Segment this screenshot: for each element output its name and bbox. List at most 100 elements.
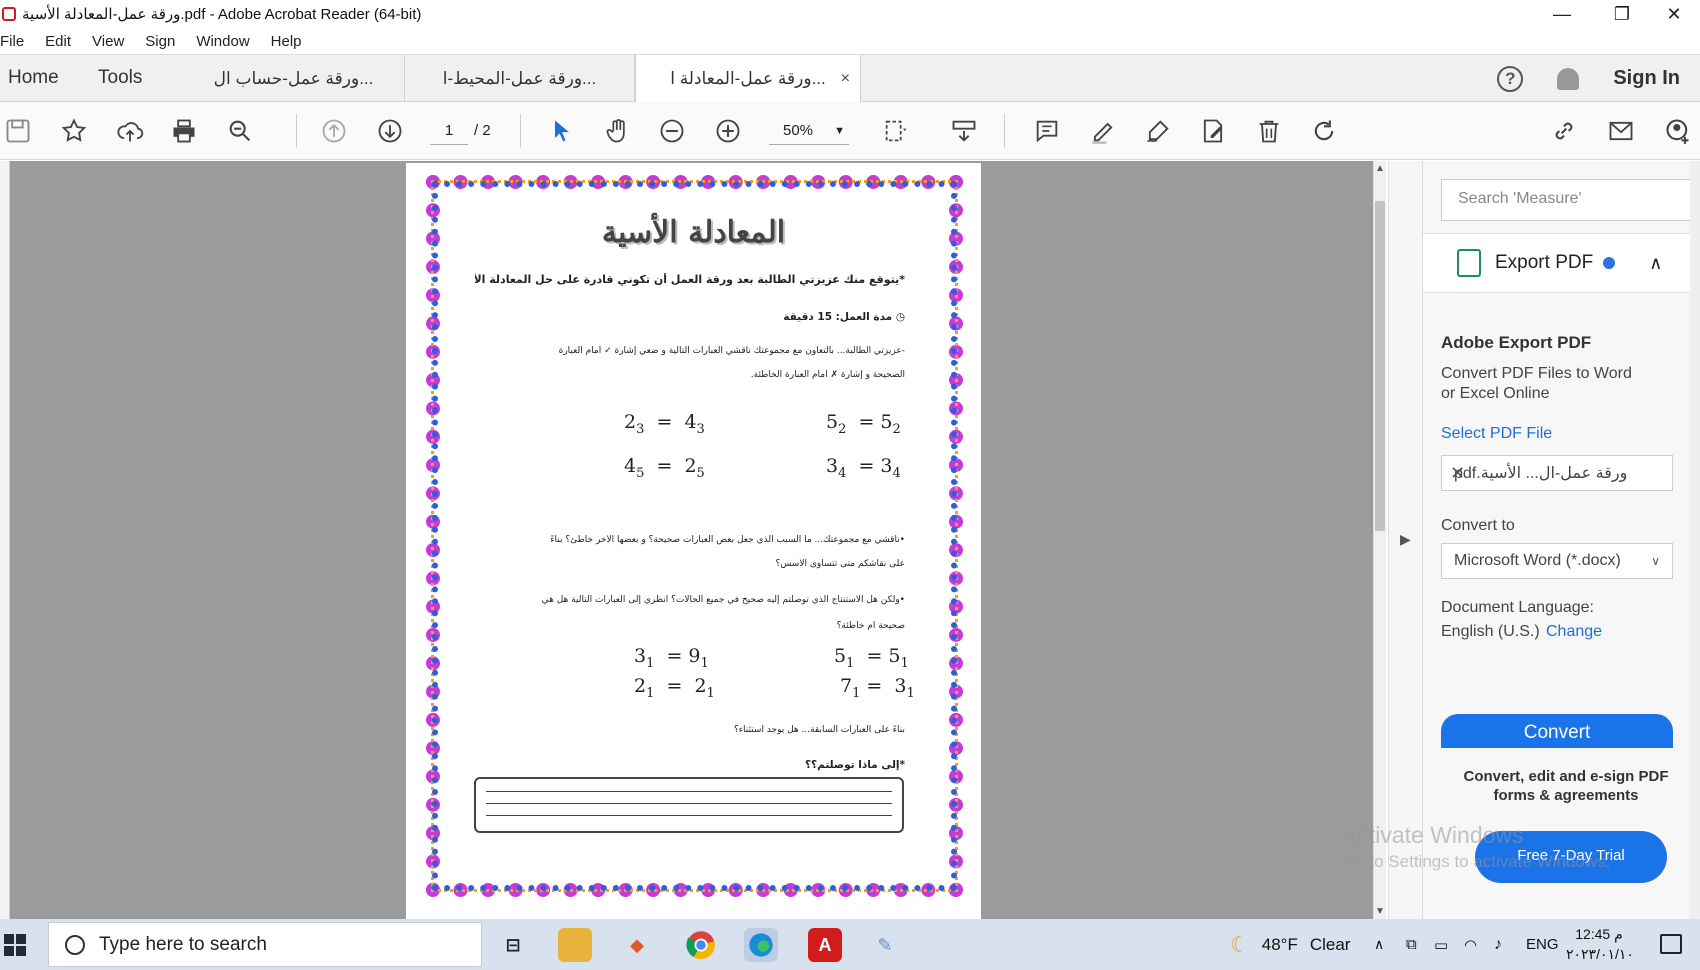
battery-icon[interactable]: ▭ xyxy=(1434,919,1448,970)
equation-8: 71 = 31 xyxy=(840,675,915,701)
toolbar-divider xyxy=(1004,114,1005,148)
right-panel-scrollbar[interactable] xyxy=(1690,161,1700,919)
read-mode-icon[interactable] xyxy=(948,115,980,147)
document-tab-active[interactable]: ورقة عمل-المعادلة ا... × xyxy=(635,55,861,102)
scrollbar-thumb[interactable] xyxy=(1375,201,1385,531)
zoom-level-dropdown[interactable]: 50% ▼ xyxy=(769,117,849,145)
delete-icon[interactable] xyxy=(1253,115,1285,147)
document-scrollbar[interactable]: ▲ ▼ xyxy=(1373,161,1386,919)
promo-text: Convert, edit and e-sign PDF forms & agr… xyxy=(1441,767,1691,805)
share-user-icon[interactable] xyxy=(1662,115,1694,147)
menu-sign[interactable]: Sign xyxy=(145,33,175,50)
file-explorer-icon[interactable] xyxy=(558,928,592,962)
sign-in-button[interactable]: Sign In xyxy=(1613,67,1680,90)
minimize-button[interactable]: — xyxy=(1534,0,1590,28)
edit-pdf-icon[interactable] xyxy=(1197,115,1229,147)
menu-help[interactable]: Help xyxy=(271,33,302,50)
weather-widget[interactable]: ☾ 48°F Clear xyxy=(1230,919,1350,970)
answer-line xyxy=(486,815,892,816)
chevron-down-icon: ∨ xyxy=(1651,554,1660,568)
taskbar-clock[interactable]: 12:45 م ٢٠٢٣/٠١/١٠ xyxy=(1566,924,1634,964)
scroll-up-icon[interactable]: ▲ xyxy=(1374,163,1386,174)
convert-format-dropdown[interactable]: Microsoft Word (*.docx) ∨ xyxy=(1441,543,1673,579)
home-tab[interactable]: Home xyxy=(8,67,59,89)
export-title: Adobe Export PDF xyxy=(1441,333,1592,352)
export-pdf-header[interactable]: Export PDF ∧ xyxy=(1423,233,1700,293)
edge-browser-icon[interactable] xyxy=(744,928,778,962)
window-title: ورقة عمل-المعادلة الأسية.pdf - Adobe Acr… xyxy=(22,6,422,23)
save-icon[interactable] xyxy=(2,115,34,147)
chrome-icon[interactable] xyxy=(684,928,718,962)
highlight-pen-icon[interactable] xyxy=(1087,115,1119,147)
clock-date: ٢٠٢٣/٠١/١٠ xyxy=(1566,946,1634,962)
select-cursor-icon[interactable] xyxy=(546,115,578,147)
close-tab-icon[interactable]: × xyxy=(841,70,850,88)
zoom-search-icon[interactable] xyxy=(224,115,256,147)
windows-start-icon[interactable] xyxy=(4,934,26,956)
page-down-icon[interactable] xyxy=(374,115,406,147)
document-tab-2[interactable]: ورقة عمل-المحيط-ا... xyxy=(405,55,635,102)
select-pdf-file-link[interactable]: Select PDF File xyxy=(1441,425,1552,443)
selected-file-name: ورقة عمل-ال... الأسية.pdf xyxy=(1454,465,1628,482)
link-icon[interactable] xyxy=(1548,115,1580,147)
taskbar-search-box[interactable]: Type here to search xyxy=(48,922,482,967)
chevron-up-icon[interactable]: ∧ xyxy=(1649,253,1662,274)
notification-bell-icon[interactable] xyxy=(1557,67,1580,90)
right-panel-toggle[interactable]: ▶ xyxy=(1388,161,1422,919)
wifi-icon[interactable]: ◠ xyxy=(1464,919,1477,970)
fill-sign-icon[interactable] xyxy=(1142,115,1174,147)
export-pdf-icon xyxy=(1457,249,1481,277)
bookmark-star-icon[interactable] xyxy=(58,115,90,147)
document-tab-1[interactable]: ورقة عمل-حساب ال... xyxy=(183,55,405,102)
equation-6: 51 = 51 xyxy=(834,645,909,671)
menu-view[interactable]: View xyxy=(92,33,124,50)
print-icon[interactable] xyxy=(168,115,200,147)
brave-browser-icon[interactable]: ◆ xyxy=(620,928,654,962)
worksheet-title: المعادلة الأسية xyxy=(601,215,786,250)
convert-format-value: Microsoft Word (*.docx) xyxy=(1454,552,1621,569)
restore-button[interactable]: ❐ xyxy=(1594,0,1650,28)
zoom-out-icon[interactable] xyxy=(656,115,688,147)
worksheet-duration: ◷ مدة العمل: 15 دقيقة xyxy=(783,311,905,323)
tools-tab[interactable]: Tools xyxy=(98,67,142,89)
menu-window[interactable]: Window xyxy=(196,33,249,50)
rotate-icon[interactable] xyxy=(1308,115,1340,147)
weather-temp: 48°F xyxy=(1261,934,1298,954)
equation-4: 34 = 34 xyxy=(826,455,901,481)
hand-pan-icon[interactable] xyxy=(602,115,634,147)
acrobat-taskbar-icon[interactable]: A xyxy=(808,928,842,962)
toolbar-divider xyxy=(296,114,297,148)
main-toolbar: 1 / 2 50% ▼ xyxy=(0,102,1700,160)
scroll-down-icon[interactable]: ▼ xyxy=(1374,906,1386,917)
tools-search-input[interactable]: Search 'Measure' xyxy=(1441,179,1693,221)
fit-page-icon[interactable] xyxy=(880,115,912,147)
close-window-button[interactable]: ✕ xyxy=(1646,0,1700,28)
equation-5: 31 = 91 xyxy=(634,645,709,671)
page-up-icon[interactable] xyxy=(318,115,350,147)
activation-watermark: Activate Windows xyxy=(1342,822,1524,848)
task-view-icon[interactable]: ⊟ xyxy=(496,928,530,962)
volume-icon[interactable]: ♪ xyxy=(1494,919,1502,970)
clock-time: 12:45 م xyxy=(1575,926,1623,942)
promo-line-2: forms & agreements xyxy=(1493,787,1639,804)
left-panel-collapsed[interactable] xyxy=(0,161,10,919)
tray-overflow-icon[interactable]: ∧ xyxy=(1374,919,1384,970)
document-tab-label: ورقة عمل-المحيط-ا... xyxy=(442,68,597,88)
help-icon[interactable]: ? xyxy=(1497,65,1524,92)
export-description-2: or Excel Online xyxy=(1441,385,1550,402)
answer-line xyxy=(486,803,892,804)
comment-icon[interactable] xyxy=(1031,115,1063,147)
upload-cloud-icon[interactable] xyxy=(114,115,146,147)
action-center-icon[interactable] xyxy=(1660,934,1682,954)
menu-edit[interactable]: Edit xyxy=(45,33,71,50)
change-language-link[interactable]: Change xyxy=(1546,623,1602,641)
language-indicator[interactable]: ENG xyxy=(1526,919,1559,970)
paint-app-icon[interactable]: ✎ xyxy=(868,928,902,962)
convert-button[interactable]: Convert xyxy=(1441,714,1673,748)
menu-file[interactable]: File xyxy=(0,33,24,50)
remove-file-icon[interactable]: ✕ xyxy=(1450,463,1465,484)
page-number-input[interactable]: 1 xyxy=(430,117,468,145)
meet-now-icon[interactable]: ⧉ xyxy=(1406,919,1417,970)
email-icon[interactable] xyxy=(1605,115,1637,147)
zoom-in-icon[interactable] xyxy=(712,115,744,147)
